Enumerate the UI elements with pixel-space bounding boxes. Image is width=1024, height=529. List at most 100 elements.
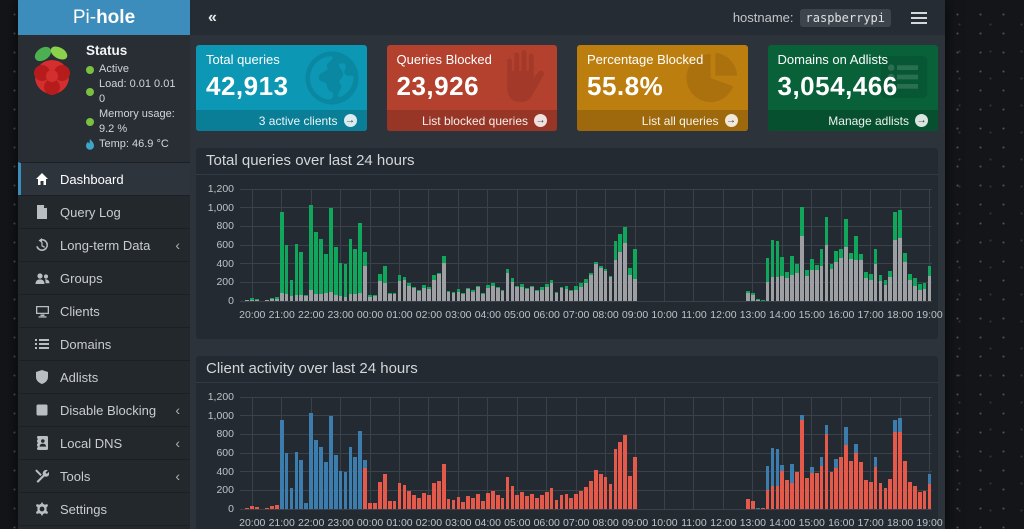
bar-segment-series-gray-bottom[interactable] — [299, 295, 303, 301]
bar-segment-series-blue-top[interactable] — [780, 465, 784, 471]
bar-segment-series-gray-bottom[interactable] — [525, 289, 529, 301]
bar-segment-series-green-top[interactable] — [633, 249, 637, 279]
bar-segment-series-gray-bottom[interactable] — [285, 294, 289, 301]
bar-segment-series-red-bottom[interactable] — [928, 484, 932, 509]
bar-segment-series-red-bottom[interactable] — [574, 494, 578, 509]
bar-segment-series-red-bottom[interactable] — [884, 488, 888, 509]
bar-segment-series-gray-bottom[interactable] — [368, 297, 372, 301]
bar-segment-series-red-bottom[interactable] — [417, 498, 421, 509]
bar-segment-series-green-top[interactable] — [756, 299, 760, 300]
bar-segment-series-gray-bottom[interactable] — [928, 276, 932, 301]
bar-segment-series-red-bottom[interactable] — [849, 461, 853, 509]
bar-segment-series-green-top[interactable] — [888, 271, 892, 277]
bar-segment-series-red-bottom[interactable] — [373, 503, 377, 509]
bar-segment-series-blue-top[interactable] — [766, 466, 770, 490]
bar-segment-series-gray-bottom[interactable] — [805, 276, 809, 301]
bar-segment-series-gray-bottom[interactable] — [859, 260, 863, 301]
bar-segment-series-gray-bottom[interactable] — [628, 275, 632, 301]
bar-segment-series-blue-top[interactable] — [314, 440, 318, 509]
bar-segment-series-gray-bottom[interactable] — [496, 288, 500, 301]
bar-segment-series-red-bottom[interactable] — [265, 508, 269, 509]
bar-segment-series-gray-bottom[interactable] — [815, 270, 819, 301]
bar-segment-series-red-bottom[interactable] — [501, 498, 505, 509]
bar-segment-series-green-top[interactable] — [481, 293, 485, 294]
bar-segment-series-gray-bottom[interactable] — [623, 243, 627, 301]
bar-segment-series-gray-bottom[interactable] — [373, 296, 377, 301]
bar-segment-series-green-top[interactable] — [893, 212, 897, 240]
bar-segment-series-green-top[interactable] — [353, 249, 357, 293]
bar-segment-series-red-bottom[interactable] — [790, 483, 794, 509]
bar-segment-series-red-bottom[interactable] — [898, 432, 902, 509]
bar-segment-series-gray-bottom[interactable] — [790, 275, 794, 301]
bar-segment-series-gray-bottom[interactable] — [486, 288, 490, 301]
bar-segment-series-green-top[interactable] — [825, 217, 829, 245]
bar-segment-series-gray-bottom[interactable] — [309, 290, 313, 301]
bar-segment-series-green-top[interactable] — [476, 286, 480, 287]
bar-segment-series-green-top[interactable] — [501, 290, 505, 291]
bar-segment-series-green-top[interactable] — [923, 283, 927, 289]
bar-segment-series-gray-bottom[interactable] — [466, 289, 470, 301]
bar-segment-series-green-top[interactable] — [918, 284, 922, 290]
bar-segment-series-red-bottom[interactable] — [604, 477, 608, 509]
bar-segment-series-green-top[interactable] — [461, 293, 465, 294]
bar-segment-series-red-bottom[interactable] — [569, 498, 573, 509]
bar-segment-series-red-bottom[interactable] — [893, 432, 897, 509]
bar-segment-series-green-top[interactable] — [574, 286, 578, 290]
brand-logo[interactable]: Pi-hole — [18, 0, 190, 35]
bar-segment-series-red-bottom[interactable] — [476, 494, 480, 509]
bar-segment-series-blue-top[interactable] — [358, 431, 362, 509]
bar-segment-series-red-bottom[interactable] — [368, 503, 372, 509]
bar-segment-series-green-top[interactable] — [344, 264, 348, 297]
sidebar-item-query-log[interactable]: Query Log — [18, 195, 190, 228]
bar-segment-series-gray-bottom[interactable] — [633, 279, 637, 301]
bar-segment-series-green-top[interactable] — [432, 275, 436, 280]
bar-segment-series-red-bottom[interactable] — [515, 495, 519, 509]
bar-segment-series-gray-bottom[interactable] — [550, 283, 554, 301]
bar-segment-series-blue-top[interactable] — [893, 420, 897, 431]
sidebar-item-groups[interactable]: Groups — [18, 261, 190, 294]
bar-segment-series-red-bottom[interactable] — [363, 468, 367, 509]
bar-segment-series-green-top[interactable] — [766, 258, 770, 282]
bar-segment-series-gray-bottom[interactable] — [746, 293, 750, 301]
card-footer-link-queries-blocked[interactable]: List blocked queries→ — [387, 110, 558, 131]
bar-segment-series-gray-bottom[interactable] — [614, 260, 618, 301]
bar-segment-series-gray-bottom[interactable] — [501, 291, 505, 301]
bar-segment-series-green-top[interactable] — [849, 253, 853, 259]
bar-segment-series-red-bottom[interactable] — [275, 505, 279, 509]
sidebar-item-adlists[interactable]: Adlists — [18, 360, 190, 393]
bar-segment-series-green-top[interactable] — [771, 240, 775, 276]
bar-segment-series-red-bottom[interactable] — [854, 453, 858, 509]
bar-segment-series-green-top[interactable] — [776, 241, 780, 277]
bar-segment-series-green-top[interactable] — [255, 299, 259, 300]
bar-segment-series-gray-bottom[interactable] — [314, 294, 318, 301]
bar-segment-series-gray-bottom[interactable] — [604, 271, 608, 301]
bar-segment-series-green-top[interactable] — [780, 257, 784, 276]
bar-segment-series-gray-bottom[interactable] — [864, 278, 868, 301]
bar-segment-series-green-top[interactable] — [506, 269, 510, 273]
bar-segment-series-green-top[interactable] — [859, 254, 863, 260]
bar-segment-series-green-top[interactable] — [874, 249, 878, 263]
bar-segment-series-green-top[interactable] — [422, 285, 426, 289]
bar-segment-series-gray-bottom[interactable] — [481, 294, 485, 301]
bar-segment-series-green-top[interactable] — [339, 263, 343, 297]
bar-segment-series-gray-bottom[interactable] — [398, 281, 402, 301]
bar-segment-series-red-bottom[interactable] — [913, 486, 917, 509]
bar-segment-series-gray-bottom[interactable] — [751, 295, 755, 301]
bar-segment-series-green-top[interactable] — [584, 279, 588, 283]
bar-segment-series-green-top[interactable] — [250, 298, 254, 300]
bar-segment-series-green-top[interactable] — [540, 287, 544, 290]
bar-segment-series-gray-bottom[interactable] — [491, 286, 495, 301]
bar-segment-series-gray-bottom[interactable] — [579, 287, 583, 301]
bar-segment-series-green-top[interactable] — [594, 262, 598, 264]
bar-segment-series-red-bottom[interactable] — [525, 496, 529, 509]
bar-segment-series-green-top[interactable] — [535, 290, 539, 291]
bar-segment-series-green-top[interactable] — [579, 283, 583, 286]
bar-segment-series-green-top[interactable] — [815, 265, 819, 271]
bar-segment-series-red-bottom[interactable] — [879, 483, 883, 509]
bar-segment-series-blue-top[interactable] — [290, 488, 294, 509]
bar-segment-series-red-bottom[interactable] — [388, 501, 392, 509]
bar-segment-series-gray-bottom[interactable] — [511, 282, 515, 301]
bar-segment-series-gray-bottom[interactable] — [879, 281, 883, 301]
sidebar-item-settings[interactable]: Settings — [18, 492, 190, 525]
bar-segment-series-red-bottom[interactable] — [834, 468, 838, 509]
